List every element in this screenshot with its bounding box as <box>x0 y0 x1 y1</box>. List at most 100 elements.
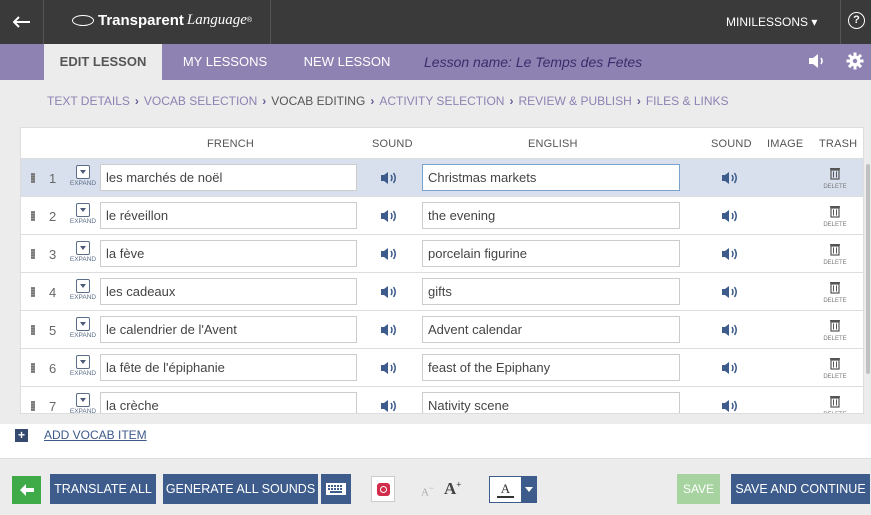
drag-handle-icon[interactable] <box>31 325 35 335</box>
expand-dropdown-icon <box>76 241 90 255</box>
breadcrumb-vocab-selection[interactable]: VOCAB SELECTION <box>144 94 257 108</box>
expand-dropdown-icon <box>76 355 90 369</box>
breadcrumb-vocab-editing[interactable]: VOCAB EDITING <box>271 94 365 108</box>
french-term-input[interactable]: le réveillon <box>100 202 357 229</box>
english-term-input[interactable]: porcelain figurine <box>422 240 680 267</box>
english-term-input[interactable]: the evening <box>422 202 680 229</box>
drag-handle-icon[interactable] <box>31 211 35 221</box>
speaker-icon[interactable] <box>380 285 398 302</box>
english-term-input[interactable]: Nativity scene <box>422 392 680 413</box>
expand-button[interactable]: EXPAND <box>68 355 98 377</box>
trash-can-icon <box>830 206 840 218</box>
header-image: IMAGE <box>767 138 804 150</box>
table-row[interactable]: 3 EXPAND la fève porcelain figurine DELE… <box>21 234 863 272</box>
english-term-input[interactable]: Advent calendar <box>422 316 680 343</box>
save-button[interactable]: SAVE <box>677 474 720 504</box>
trash-can-icon <box>830 244 840 256</box>
speaker-icon[interactable] <box>380 361 398 378</box>
speaker-icon[interactable] <box>721 399 739 413</box>
drag-handle-icon[interactable] <box>31 287 35 297</box>
expand-button[interactable]: EXPAND <box>68 317 98 339</box>
font-size-decrease-button[interactable]: A− <box>421 483 434 499</box>
speaker-icon[interactable] <box>380 323 398 340</box>
breadcrumb-text-details[interactable]: TEXT DETAILS <box>47 94 130 108</box>
save-and-continue-button[interactable]: SAVE AND CONTINUE <box>731 474 870 504</box>
expand-label: EXPAND <box>69 408 97 414</box>
translate-all-button[interactable]: TRANSLATE ALL <box>50 474 156 504</box>
english-term-input[interactable]: Christmas markets <box>422 164 680 191</box>
speaker-icon[interactable] <box>721 285 739 302</box>
speaker-icon[interactable] <box>721 247 739 264</box>
speaker-icon[interactable] <box>380 209 398 226</box>
minilessons-menu[interactable]: MINILESSONS ▾ <box>726 15 817 29</box>
chevron-down-icon[interactable] <box>521 476 537 503</box>
expand-button[interactable]: EXPAND <box>68 165 98 187</box>
previous-step-button[interactable] <box>12 476 41 504</box>
french-term-input[interactable]: les marchés de noël <box>100 164 357 191</box>
speaker-icon[interactable] <box>808 53 828 72</box>
delete-button[interactable]: DELETE <box>820 357 850 380</box>
drag-handle-icon[interactable] <box>31 249 35 259</box>
table-row[interactable]: 1 EXPAND les marchés de noël Christmas m… <box>21 158 863 196</box>
delete-label: DELETE <box>823 298 847 304</box>
help-circle-icon[interactable]: ? <box>848 12 865 29</box>
back-arrow-icon <box>19 484 34 496</box>
table-row[interactable]: 2 EXPAND le réveillon the evening DELETE <box>21 196 863 234</box>
french-term-input[interactable]: la fève <box>100 240 357 267</box>
delete-button[interactable]: DELETE <box>820 281 850 304</box>
speaker-icon[interactable] <box>380 399 398 413</box>
english-term-input[interactable]: gifts <box>422 278 680 305</box>
speaker-icon[interactable] <box>721 323 739 340</box>
tab-edit-lesson[interactable]: EDIT LESSON <box>44 44 162 80</box>
speaker-icon[interactable] <box>380 171 398 188</box>
french-term-input[interactable]: la fête de l'épiphanie <box>100 354 357 381</box>
delete-label: DELETE <box>820 412 850 413</box>
delete-button[interactable]: DELETE <box>820 395 850 413</box>
back-button[interactable] <box>0 0 44 44</box>
table-row[interactable]: 5 EXPAND le calendrier de l'Avent Advent… <box>21 310 863 348</box>
tab-new-lesson[interactable]: NEW LESSON <box>296 44 398 80</box>
header-english: ENGLISH <box>528 138 578 150</box>
delete-button[interactable]: DELETE <box>820 167 850 190</box>
drag-handle-icon[interactable] <box>31 363 35 373</box>
gear-icon[interactable] <box>846 52 864 73</box>
speaker-icon[interactable] <box>380 247 398 264</box>
drag-handle-icon[interactable] <box>31 173 35 183</box>
text-color-picker[interactable]: A <box>489 476 537 503</box>
drag-handle-icon[interactable] <box>31 401 35 411</box>
english-term-input[interactable]: feast of the Epiphany <box>422 354 680 381</box>
expand-button[interactable]: EXPAND <box>68 393 98 414</box>
french-term-input[interactable]: la crèche <box>100 392 357 413</box>
chevron-right-icon: › <box>262 94 267 108</box>
french-term-input[interactable]: le calendrier de l'Avent <box>100 316 357 343</box>
breadcrumb-files-links[interactable]: FILES & LINKS <box>646 94 729 108</box>
table-row[interactable]: 7 EXPAND la crèche Nativity scene DELETE <box>21 386 863 414</box>
expand-label: EXPAND <box>69 218 97 225</box>
expand-button[interactable]: EXPAND <box>68 241 98 263</box>
scrollbar[interactable] <box>866 164 870 374</box>
keyboard-button[interactable] <box>321 474 351 504</box>
expand-button[interactable]: EXPAND <box>68 203 98 225</box>
french-term-input[interactable]: les cadeaux <box>100 278 357 305</box>
expand-button[interactable]: EXPAND <box>68 279 98 301</box>
breadcrumb-activity-selection[interactable]: ACTIVITY SELECTION <box>379 94 504 108</box>
speaker-icon[interactable] <box>721 361 739 378</box>
tab-my-lessons[interactable]: MY LESSONS <box>172 44 278 80</box>
record-button[interactable] <box>371 476 395 502</box>
breadcrumb-review-publish[interactable]: REVIEW & PUBLISH <box>518 94 631 108</box>
generate-all-sounds-button[interactable]: GENERATE ALL SOUNDS <box>163 474 318 504</box>
trash-can-icon <box>830 168 840 180</box>
speaker-icon[interactable] <box>721 171 739 188</box>
minilessons-label: MINILESSONS <box>726 15 809 29</box>
brand-logo: Transparent Language ® <box>72 12 252 29</box>
delete-button[interactable]: DELETE <box>820 205 850 228</box>
delete-label: DELETE <box>823 336 847 342</box>
delete-button[interactable]: DELETE <box>820 243 850 266</box>
table-row[interactable]: 4 EXPAND les cadeaux gifts DELETE <box>21 272 863 310</box>
delete-button[interactable]: DELETE <box>820 319 850 342</box>
table-row[interactable]: 6 EXPAND la fête de l'épiphanie feast of… <box>21 348 863 386</box>
chevron-right-icon: › <box>509 94 514 108</box>
font-size-increase-button[interactable]: A+ <box>444 479 461 499</box>
add-vocab-item-button[interactable]: + ADD VOCAB ITEM <box>15 428 147 442</box>
speaker-icon[interactable] <box>721 209 739 226</box>
